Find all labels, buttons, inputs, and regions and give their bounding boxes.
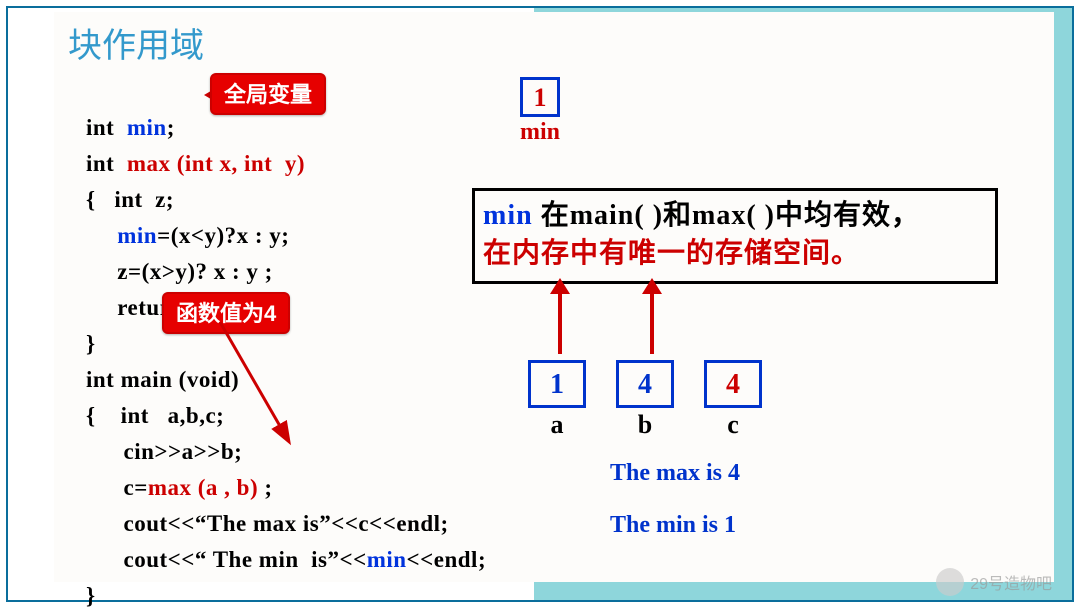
var-c-value: 4 [704,360,762,408]
code-token-min: min [117,223,157,248]
code-token-min: min [127,115,167,140]
arrow-up-b [650,292,654,354]
code-line: } [86,331,96,356]
callout-global-var: 全局变量 [210,73,326,115]
memory-min-value: 1 [520,77,560,117]
slide-area: 块作用域 int min; int max (int x, int y) { i… [54,12,1054,582]
memory-box-min: 1 min [520,77,560,146]
code-line: } [86,583,96,608]
code-token-min: min [367,547,407,572]
watermark-text: 29号造物吧 [970,570,1052,594]
var-a: 1 a [528,360,586,440]
var-a-value: 1 [528,360,586,408]
variable-boxes: 1 a 4 b 4 c [528,360,762,440]
output-line-2: The min is 1 [610,512,736,539]
code-token-max-sig: max (int x, int y) [127,151,305,176]
var-c-label: c [704,410,762,440]
code-line: z=(x>y)? x : y ; [86,259,273,284]
arrow-up-a [558,292,562,354]
explain-line2: 在内存中有唯一的存储空间。 [483,235,987,273]
output-line-1: The max is 4 [610,460,740,487]
watermark-icon [936,568,964,596]
code-line: { int z; [86,187,174,212]
var-a-label: a [528,410,586,440]
code-token-max-call: max (a , b) [148,475,265,500]
var-b-label: b [616,410,674,440]
memory-min-label: min [520,119,560,146]
explanation-box: min 在main( )和max( )中均有效， 在内存中有唯一的存储空间。 [472,188,998,284]
arrow-func-to-call [190,302,310,462]
slide-title: 块作用域 [68,18,204,67]
code-line: int [86,151,127,176]
var-c: 4 c [704,360,762,440]
code-line: int [86,115,127,140]
explain-min: min [483,200,533,231]
var-b-value: 4 [616,360,674,408]
code-line: cout<<“The max is”<<c<<endl; [86,511,449,536]
var-b: 4 b [616,360,674,440]
watermark: 29号造物吧 [936,568,1052,596]
